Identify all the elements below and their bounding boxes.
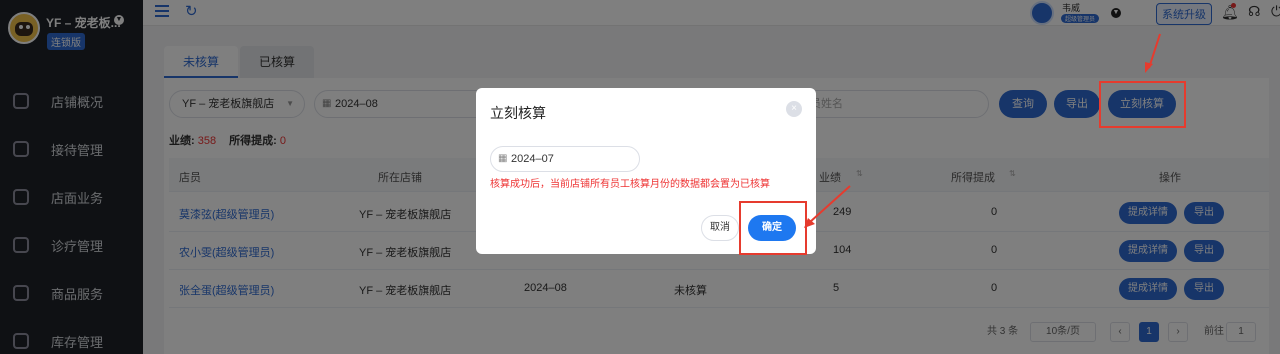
arrow-to-confirm-button [809,185,851,223]
annotation-arrows [804,33,1161,228]
arrow-to-settle-button [1148,33,1161,69]
arrow-head [1145,62,1153,73]
